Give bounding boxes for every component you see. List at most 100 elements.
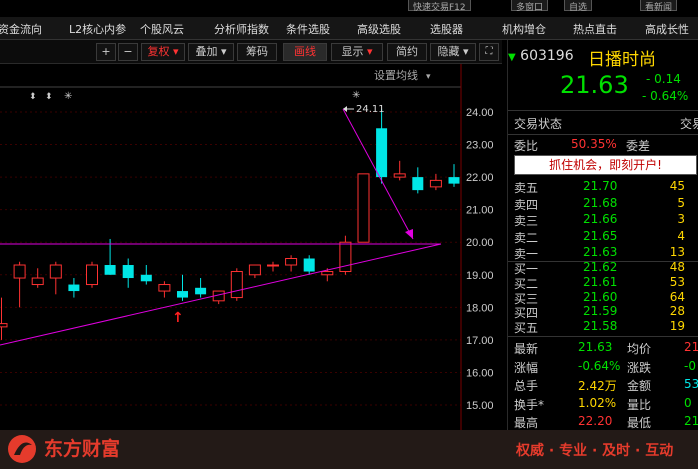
- event-marker-icon[interactable]: ⬍: [29, 92, 37, 102]
- candle[interactable]: [267, 261, 279, 272]
- kline-chart[interactable]: 设置均线 ▾ 24.00 23.00 22.00 21.00 20.00 19.00 18.…: [0, 64, 502, 430]
- hide-button[interactable]: 隐藏 ▾: [430, 43, 476, 61]
- candle-body: [158, 284, 171, 292]
- overlay-button[interactable]: 叠加 ▾: [188, 43, 234, 61]
- stat-value: 22.20: [578, 414, 613, 428]
- candle[interactable]: [86, 261, 98, 288]
- divider: [508, 336, 698, 337]
- chevron-down-icon[interactable]: ▾: [426, 72, 431, 82]
- level-price: 21.62: [583, 260, 618, 274]
- candle[interactable]: [13, 261, 26, 308]
- candle[interactable]: [339, 235, 352, 275]
- draw-line-button[interactable]: 画线: [283, 43, 327, 61]
- ask-level-row[interactable]: 卖二 21.65 4: [508, 229, 698, 246]
- y-tick-label: 23.00: [466, 140, 494, 152]
- candle[interactable]: [0, 297, 8, 340]
- level-label: 卖二: [514, 230, 539, 245]
- candle[interactable]: [140, 265, 152, 285]
- candle[interactable]: [357, 173, 370, 243]
- kline-chart-area[interactable]: 设置均线 ▾ 24.00 23.00 22.00 21.00 20.00 19.00 18.…: [0, 64, 502, 430]
- y-tick-label: 24.00: [466, 107, 494, 119]
- candle[interactable]: [158, 281, 171, 298]
- menu-condition-select[interactable]: 条件选股: [286, 21, 330, 37]
- level-price: 21.61: [583, 274, 618, 289]
- stat-value: -0.64%: [578, 358, 621, 373]
- max-price-label: 24.11: [356, 104, 385, 115]
- menu-stock-wind[interactable]: 个股风云: [140, 21, 184, 37]
- zoom-in-button[interactable]: +: [96, 43, 116, 61]
- event-star-icon[interactable]: ✳: [352, 90, 360, 101]
- stat-row: 涨幅 -0.64% 涨跌 -0: [508, 359, 698, 377]
- candle-body: [267, 264, 279, 267]
- ask-level-row[interactable]: 卖五 21.70 45: [508, 179, 698, 196]
- weibi-value: 50.35%: [571, 137, 617, 151]
- top-tab-strip: 快速交易F12 多窗口 自选 看新闻: [0, 0, 698, 17]
- zoom-out-button[interactable]: −: [118, 43, 138, 61]
- stat-label: 最低: [627, 416, 652, 430]
- candle-body: [303, 258, 315, 272]
- candle[interactable]: [393, 160, 406, 181]
- candle[interactable]: [285, 255, 298, 272]
- y-tick-label: 15.00: [466, 400, 494, 412]
- candle-body: [68, 284, 80, 292]
- settings-ma-label[interactable]: 设置均线: [374, 68, 418, 82]
- tab-watchlist[interactable]: 自选: [564, 0, 593, 13]
- level-price: 21.63: [583, 245, 618, 259]
- dropdown-icon[interactable]: ▼: [508, 52, 516, 63]
- slogan: 权威 · 专业 · 及时 · 互动: [516, 443, 674, 459]
- candle[interactable]: [248, 264, 261, 279]
- event-star-icon[interactable]: ✳: [64, 91, 72, 102]
- ask-level-row[interactable]: 卖三 21.66 3: [508, 212, 698, 229]
- menu-l2-insider[interactable]: L2核心内参: [69, 21, 126, 37]
- candle[interactable]: [68, 278, 80, 298]
- candle-body: [177, 291, 188, 298]
- menu-hotspot[interactable]: 热点直击: [573, 21, 617, 37]
- account-ad-link[interactable]: 抓住机会，即刻开户!: [514, 155, 697, 175]
- candle[interactable]: [49, 261, 62, 295]
- candle[interactable]: [122, 258, 134, 288]
- tab-news[interactable]: 看新闻: [640, 0, 678, 13]
- candle[interactable]: [412, 167, 424, 194]
- menu-high-growth[interactable]: 高成长性: [645, 21, 689, 37]
- candle-body: [104, 265, 116, 275]
- menu-institution[interactable]: 机构增仓: [502, 21, 546, 37]
- trend-line[interactable]: [0, 243, 442, 346]
- menu-fund-flow[interactable]: 资金流向: [0, 21, 42, 37]
- menu-stock-picker[interactable]: 选股器: [430, 21, 463, 37]
- tab-multi-window[interactable]: 多窗口: [511, 0, 549, 13]
- chevron-down-icon: ▾: [366, 45, 373, 58]
- level-volume: 28: [669, 304, 685, 319]
- stat-label: 涨跌: [627, 360, 652, 375]
- simple-button[interactable]: 简约: [387, 43, 427, 61]
- chevron-down-icon: ▾: [172, 45, 179, 58]
- candle[interactable]: [31, 268, 44, 288]
- candle[interactable]: [177, 274, 188, 301]
- menu-advanced-select[interactable]: 高级选股: [357, 21, 401, 37]
- display-button[interactable]: 显示 ▾: [331, 43, 383, 61]
- candle[interactable]: [429, 173, 442, 191]
- candle[interactable]: [376, 108, 388, 184]
- bid-level-row[interactable]: 买五 21.58 19: [508, 319, 698, 336]
- chart-toolbar: + − 复权 ▾ 叠加 ▾ 筹码 画线 显示 ▾ 简约 隐藏 ▾ ⛶: [0, 40, 502, 64]
- candle[interactable]: [212, 290, 225, 305]
- stat-label: 最高: [514, 416, 539, 430]
- candle[interactable]: [195, 278, 207, 298]
- level-label: 卖五: [514, 181, 539, 195]
- candle[interactable]: [230, 268, 243, 301]
- restore-rights-button[interactable]: 复权 ▾: [141, 43, 185, 61]
- event-marker-icon[interactable]: ⬍: [45, 92, 53, 102]
- stat-value: 21.63: [578, 340, 613, 354]
- arrow-head-icon: [405, 229, 413, 239]
- candle[interactable]: [448, 164, 460, 187]
- tab-quick-trade[interactable]: 快速交易F12: [408, 0, 471, 13]
- menu-analyst-index[interactable]: 分析师指数: [214, 21, 269, 37]
- candle[interactable]: [303, 255, 315, 275]
- arrow-up-icon: ↑: [172, 310, 184, 326]
- eastmoney-logo-icon: [8, 435, 36, 463]
- chips-button[interactable]: 筹码: [237, 43, 277, 61]
- ask-level-row[interactable]: 卖四 21.68 5: [508, 196, 698, 213]
- candle-body: [285, 258, 298, 266]
- candle-body: [412, 177, 424, 191]
- level-price: 21.70: [583, 179, 618, 193]
- fullscreen-icon[interactable]: ⛶: [479, 43, 499, 61]
